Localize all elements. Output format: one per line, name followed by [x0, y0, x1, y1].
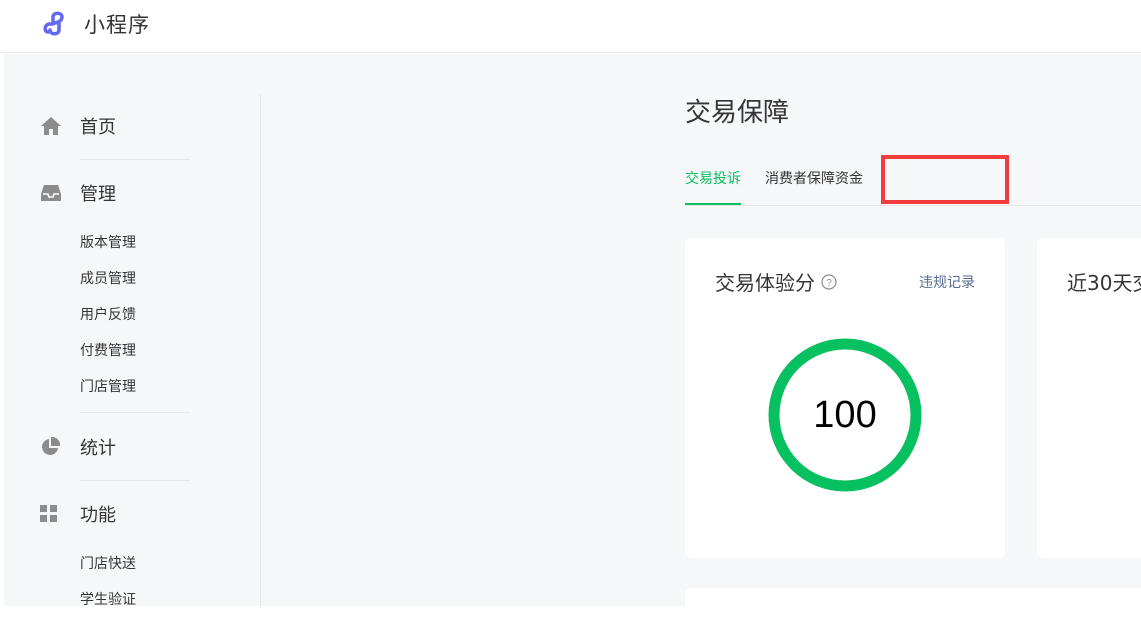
sidebar-subitem-payment[interactable]: 付费管理 [80, 342, 136, 360]
sidebar-subitem-store-delivery[interactable]: 门店快送 [80, 555, 136, 573]
svg-text:?: ? [826, 278, 832, 289]
sidebar-divider [260, 94, 261, 606]
bottom-card [685, 588, 1141, 628]
pie-chart-icon [40, 436, 66, 458]
sidebar-item-label: 首页 [80, 117, 116, 138]
sidebar-item-label: 管理 [80, 184, 116, 205]
inbox-icon [40, 182, 66, 204]
trend-card: 近30天交 [1037, 238, 1141, 558]
trend-card-title: 近30天交 [1067, 271, 1141, 295]
top-bar: 小程序 [0, 0, 1141, 53]
sidebar-item-statistics[interactable]: 统计 [40, 432, 116, 462]
page-title: 交易保障 [685, 98, 790, 128]
score-value: 100 [813, 393, 877, 436]
sidebar-separator [80, 480, 190, 481]
miniprogram-logo-icon[interactable] [42, 8, 76, 38]
sidebar-subitem-student-verify[interactable]: 学生验证 [80, 591, 136, 609]
sidebar-item-features[interactable]: 功能 [40, 499, 116, 529]
sidebar-item-home[interactable]: 首页 [40, 111, 116, 141]
sidebar-subitem-feedback[interactable]: 用户反馈 [80, 306, 136, 324]
tab-consumer-protection-fund[interactable]: 消费者保障资金 [765, 170, 863, 188]
sidebar-separator [80, 159, 190, 160]
app-title[interactable]: 小程序 [84, 9, 150, 39]
sidebar-subitem-version[interactable]: 版本管理 [80, 234, 136, 252]
sidebar-item-manage[interactable]: 管理 [40, 178, 116, 208]
tab-highlighted[interactable] [881, 155, 1009, 204]
tab-trade-complaints[interactable]: 交易投诉 [685, 170, 741, 188]
sidebar-subitem-members[interactable]: 成员管理 [80, 270, 136, 288]
sidebar-item-label: 统计 [80, 438, 116, 459]
grid-icon [40, 503, 66, 525]
tabs-divider [685, 205, 1141, 206]
home-icon [40, 115, 66, 137]
sidebar-subitem-stores[interactable]: 门店管理 [80, 378, 136, 396]
sidebar-item-label: 功能 [80, 505, 116, 526]
score-card: 交易体验分 ? 违规记录 100 [685, 238, 1005, 558]
score-card-title: 交易体验分 [715, 271, 815, 295]
sidebar-separator [80, 412, 190, 413]
violation-records-link[interactable]: 违规记录 [919, 274, 975, 292]
question-circle-icon[interactable]: ? [821, 274, 837, 290]
